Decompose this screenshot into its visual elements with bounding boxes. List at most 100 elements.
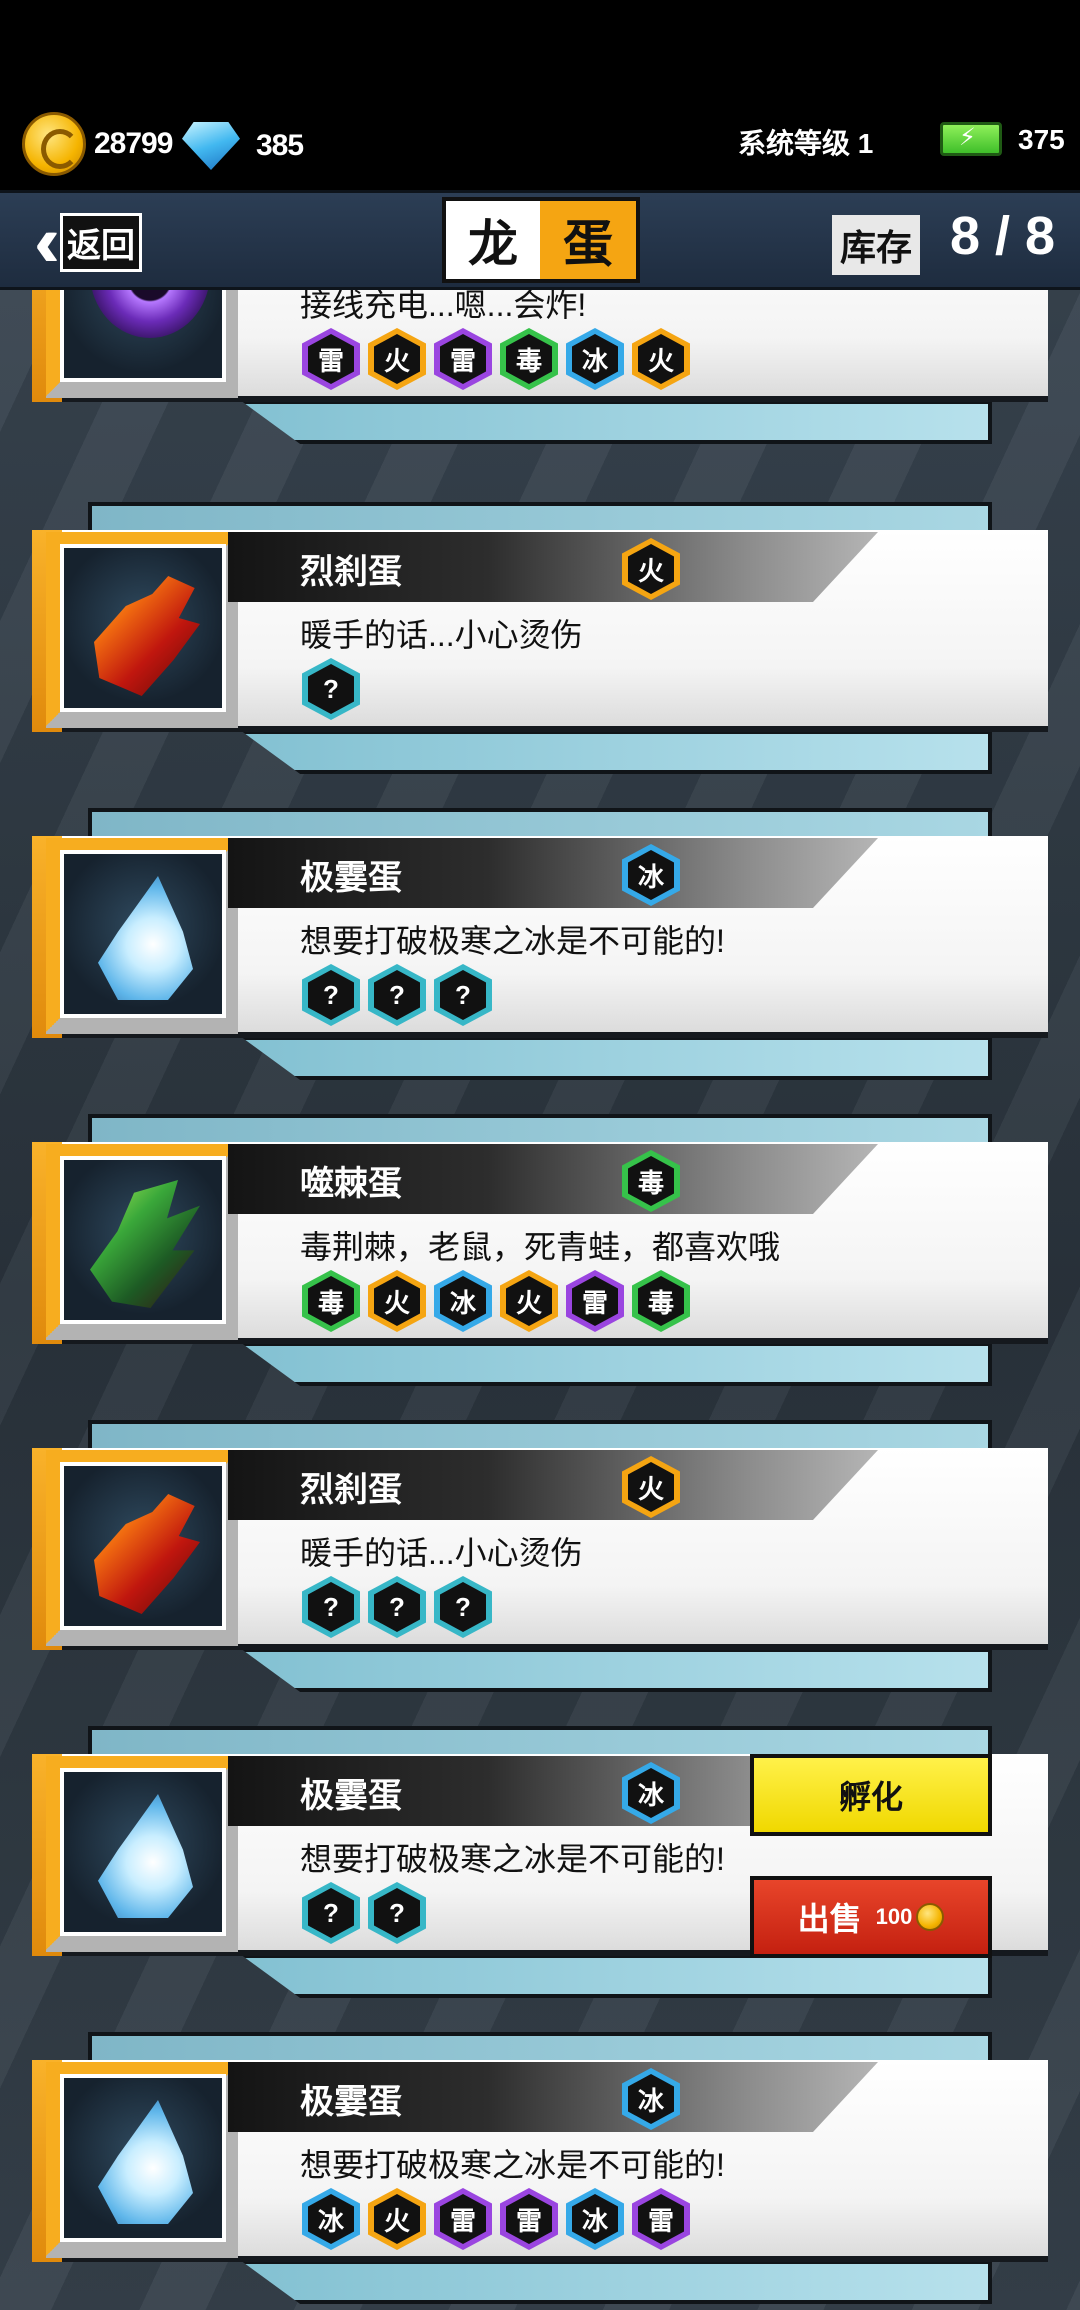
fire-egg-icon bbox=[94, 1494, 200, 1614]
egg-description: 想要打破极寒之冰是不可能的! bbox=[300, 1841, 725, 1877]
back-button[interactable]: ‹‹ 返回 bbox=[34, 202, 204, 282]
element-label: 雷 bbox=[647, 2205, 674, 2236]
element-hex-icon: 雷 bbox=[434, 2188, 492, 2250]
egg-description: 想要打破极寒之冰是不可能的! bbox=[300, 923, 725, 959]
egg-card[interactable]: 极霎蛋 想要打破极寒之冰是不可能的!??? 冰 bbox=[0, 808, 1080, 1141]
system-level: 系统等级 1 bbox=[738, 128, 874, 159]
egg-name: 极霎蛋 bbox=[300, 2083, 402, 2121]
title-left: 龙 bbox=[446, 201, 540, 279]
card-bottom-strip bbox=[240, 1954, 992, 1998]
coin-icon bbox=[916, 1903, 945, 1931]
element-label: 毒 bbox=[515, 345, 542, 376]
sell-button[interactable]: 出售 100 bbox=[750, 1876, 992, 1958]
egg-list[interactable]: 接线充电...嗯...会炸! 雷火雷毒冰火烈刹蛋 暖手的话...小心烫伤? 火极霎蛋想… bbox=[0, 290, 1080, 2310]
element-hex-icon: 雷 bbox=[302, 328, 360, 390]
element-label: 火 bbox=[637, 555, 664, 586]
energy-icon bbox=[940, 122, 1002, 156]
egg-card[interactable]: 接线充电...嗯...会炸! 雷 火 雷 毒 冰 火 bbox=[0, 290, 1080, 505]
element-hex-icon: 毒 bbox=[632, 1270, 690, 1332]
element-label: ? bbox=[389, 1591, 405, 1622]
element-label: 冰 bbox=[637, 1779, 664, 1810]
egg-card[interactable]: 极霎蛋 想要打破极寒之冰是不可能的! 冰火雷雷冰雷冰 bbox=[0, 2032, 1080, 2310]
element-hex-icon: 毒 bbox=[500, 328, 558, 390]
title-right: 蛋 bbox=[540, 201, 636, 279]
element-hex-icon: 火 bbox=[622, 538, 680, 600]
element-label: 火 bbox=[515, 1287, 542, 1318]
coin-value: 28799 bbox=[94, 127, 173, 160]
fire-egg-icon bbox=[94, 576, 200, 696]
unknown-element-hex-icon: ? bbox=[434, 1576, 492, 1638]
unknown-element-hex-icon: ? bbox=[302, 1882, 360, 1944]
element-hex-icon: 雷 bbox=[500, 2188, 558, 2250]
egg-type-badge: 冰 bbox=[622, 1762, 680, 1824]
stock-label: 库存 bbox=[832, 215, 921, 275]
element-label: 冰 bbox=[317, 2205, 344, 2236]
egg-portrait bbox=[60, 1462, 226, 1630]
element-label: ? bbox=[323, 1897, 339, 1928]
element-label: 冰 bbox=[637, 861, 664, 892]
element-label: ? bbox=[323, 673, 339, 704]
element-hex-icon: 冰 bbox=[566, 2188, 624, 2250]
back-chevron-icon: ‹‹ bbox=[34, 202, 60, 282]
sell-label: 出售 bbox=[797, 1901, 862, 1937]
element-label: 火 bbox=[647, 345, 674, 376]
egg-description: 暖手的话...小心烫伤 bbox=[300, 617, 583, 653]
stock-value: 8 / 8 bbox=[950, 206, 1056, 266]
status-bar: 28799 385 系统等级 1 375 bbox=[0, 0, 1080, 190]
element-label: 火 bbox=[637, 1473, 664, 1504]
egg-portrait bbox=[60, 290, 226, 382]
element-label: 火 bbox=[383, 1287, 410, 1318]
element-label: 火 bbox=[383, 2205, 410, 2236]
egg-portrait bbox=[60, 1156, 226, 1324]
gem-counter: 385 bbox=[182, 122, 304, 170]
element-tags: ??? bbox=[302, 1576, 492, 1638]
unknown-element-hex-icon: ? bbox=[302, 1576, 360, 1638]
element-hex-icon: 冰 bbox=[622, 1762, 680, 1824]
element-hex-icon: 雷 bbox=[566, 1270, 624, 1332]
egg-portrait bbox=[60, 544, 226, 712]
element-hex-icon: 冰 bbox=[566, 328, 624, 390]
unknown-element-hex-icon: ? bbox=[368, 964, 426, 1026]
element-hex-icon: 雷 bbox=[632, 2188, 690, 2250]
element-hex-icon: 火 bbox=[368, 328, 426, 390]
ice-egg-icon bbox=[98, 876, 193, 1000]
element-label: 火 bbox=[383, 345, 410, 376]
element-label: 冰 bbox=[581, 2205, 608, 2236]
egg-description: 想要打破极寒之冰是不可能的! bbox=[300, 2147, 725, 2183]
ice-egg-icon bbox=[98, 2100, 193, 2224]
card-bottom-strip bbox=[240, 1342, 992, 1386]
egg-card[interactable]: 烈刹蛋 暖手的话...小心烫伤? 火 bbox=[0, 502, 1080, 835]
egg-name: 噬棘蛋 bbox=[300, 1165, 402, 1203]
element-hex-icon: 雷 bbox=[434, 328, 492, 390]
egg-name: 烈刹蛋 bbox=[300, 1471, 402, 1509]
ice-egg-icon bbox=[98, 1794, 193, 1918]
element-label: 雷 bbox=[317, 345, 344, 376]
egg-description: 暖手的话...小心烫伤 bbox=[300, 1535, 583, 1571]
element-hex-icon: 毒 bbox=[302, 1270, 360, 1332]
sell-price: 100 bbox=[876, 1903, 945, 1931]
hatch-button[interactable]: 孵化 bbox=[750, 1754, 992, 1836]
element-tags: ? bbox=[302, 658, 360, 720]
element-tags: ??? bbox=[302, 964, 492, 1026]
egg-portrait bbox=[60, 2074, 226, 2242]
element-label: ? bbox=[455, 1591, 471, 1622]
element-hex-icon: 火 bbox=[622, 1456, 680, 1518]
egg-card[interactable]: 烈刹蛋暖手的话...小心烫伤??? 火 bbox=[0, 1420, 1080, 1753]
unknown-element-hex-icon: ? bbox=[302, 658, 360, 720]
element-label: 冰 bbox=[581, 345, 608, 376]
element-label: 雷 bbox=[515, 2205, 542, 2236]
element-label: ? bbox=[323, 979, 339, 1010]
egg-description: 接线充电...嗯...会炸! bbox=[300, 290, 587, 323]
page-title: 龙 蛋 bbox=[442, 197, 640, 283]
egg-card[interactable]: 噬棘蛋 毒荆棘，老鼠，死青蛙，都喜欢哦毒火冰火雷毒毒 bbox=[0, 1114, 1080, 1447]
element-hex-icon: 冰 bbox=[622, 2068, 680, 2130]
element-hex-icon: 冰 bbox=[302, 2188, 360, 2250]
element-label: ? bbox=[323, 1591, 339, 1622]
unknown-element-hex-icon: ? bbox=[302, 964, 360, 1026]
card-bottom-strip bbox=[240, 730, 992, 774]
egg-type-badge: 冰 bbox=[622, 844, 680, 906]
element-label: ? bbox=[389, 1897, 405, 1928]
sell-price-value: 100 bbox=[875, 1904, 913, 1929]
element-hex-icon: 毒 bbox=[622, 1150, 680, 1212]
egg-type-badge: 火 bbox=[622, 538, 680, 600]
